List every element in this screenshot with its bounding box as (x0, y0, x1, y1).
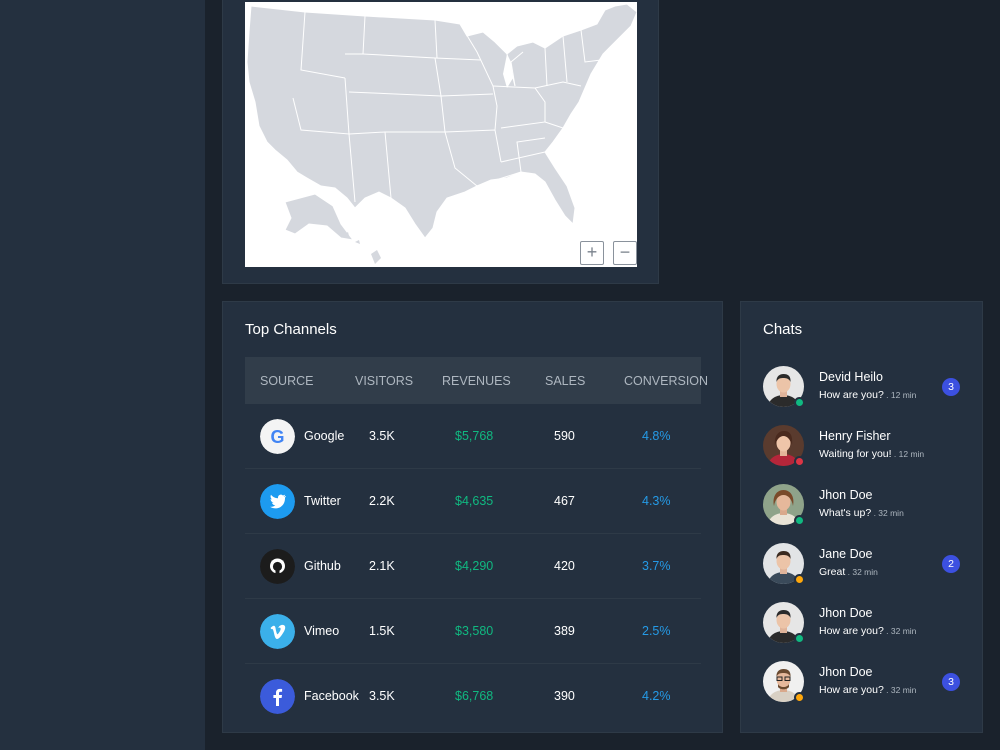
chat-name: Devid Heilo (819, 370, 883, 384)
status-dot (794, 456, 805, 467)
chats-card: Chats Devid Heilo How are you? . 12 min … (740, 301, 983, 733)
chat-name: Jhon Doe (819, 488, 873, 502)
usa-map-svg (246, 3, 637, 264)
zoom-out-button[interactable]: − (613, 241, 637, 265)
chat-item[interactable]: Devid Heilo How are you? . 12 min 3 (763, 366, 963, 412)
source-name: Google (304, 429, 345, 443)
unread-badge: 2 (942, 555, 960, 573)
sales-value: 420 (554, 559, 575, 573)
chats-title: Chats (763, 321, 803, 338)
header-conversion: CONVERSION (624, 374, 709, 388)
sales-value: 389 (554, 624, 575, 638)
chat-time: . 12 min (891, 449, 925, 459)
chat-message: How are you? . 32 min (819, 625, 917, 637)
chat-item[interactable]: Jane Doe Great . 32 min 2 (763, 543, 963, 589)
source-name: Facebook (304, 689, 359, 703)
chat-time: . 32 min (883, 685, 917, 695)
table-row: Github 2.1K $4,290 420 3.7% (245, 534, 701, 599)
source-name: Github (304, 559, 341, 573)
table-row: Twitter 2.2K $4,635 467 4.3% (245, 469, 701, 534)
revenues-value: $4,635 (455, 494, 494, 508)
chat-name: Henry Fisher (819, 429, 891, 443)
chat-message: How are you? . 12 min (819, 389, 917, 401)
status-dot (794, 515, 805, 526)
visitors-value: 2.2K (369, 494, 395, 508)
facebook-icon (260, 679, 295, 714)
source-name: Vimeo (304, 624, 340, 638)
header-sales: SALES (545, 374, 586, 388)
conversion-value: 4.3% (642, 494, 671, 508)
conversion-value: 3.7% (642, 559, 671, 573)
chat-name: Jhon Doe (819, 665, 873, 679)
revenues-value: $4,290 (455, 559, 494, 573)
visitors-value: 1.5K (369, 624, 395, 638)
sidebar (0, 0, 205, 750)
chat-time: . 32 min (883, 626, 917, 636)
revenues-value: $5,768 (455, 429, 494, 443)
twitter-icon (260, 484, 295, 519)
chat-item[interactable]: Henry Fisher Waiting for you! . 12 min (763, 425, 963, 471)
map-card: + − (222, 0, 659, 284)
header-source: SOURCE (260, 374, 314, 388)
chat-item[interactable]: Jhon Doe How are you? . 32 min (763, 602, 963, 648)
conversion-value: 4.2% (642, 689, 671, 703)
conversion-value: 4.8% (642, 429, 671, 443)
github-icon (260, 549, 295, 584)
unread-badge: 3 (942, 378, 960, 396)
visitors-value: 3.5K (369, 429, 395, 443)
table-row: Vimeo 1.5K $3,580 389 2.5% (245, 599, 701, 664)
status-dot (794, 692, 805, 703)
table-header: SOURCE VISITORS REVENUES SALES CONVERSIO… (245, 357, 708, 404)
top-channels-title: Top Channels (245, 321, 337, 338)
conversion-value: 2.5% (642, 624, 671, 638)
chat-message: How are you? . 32 min (819, 684, 917, 696)
chat-name: Jane Doe (819, 547, 873, 561)
visitors-value: 2.1K (369, 559, 395, 573)
chat-item[interactable]: Jhon Doe How are you? . 32 min 3 (763, 661, 963, 707)
chat-time: . 32 min (845, 567, 878, 577)
sales-value: 590 (554, 429, 575, 443)
unread-badge: 3 (942, 673, 960, 691)
usa-map[interactable]: + − (245, 2, 637, 267)
top-channels-card: Top Channels SOURCE VISITORS REVENUES SA… (222, 301, 723, 733)
visitors-value: 3.5K (369, 689, 395, 703)
source-name: Twitter (304, 494, 341, 508)
header-visitors: VISITORS (355, 374, 414, 388)
chat-message: What's up? . 32 min (819, 507, 904, 519)
chat-message: Great . 32 min (819, 566, 878, 578)
zoom-in-button[interactable]: + (580, 241, 604, 265)
header-revenues: REVENUES (442, 374, 511, 388)
revenues-value: $6,768 (455, 689, 494, 703)
vimeo-icon (260, 614, 295, 649)
google-icon: G (260, 419, 295, 454)
chat-name: Jhon Doe (819, 606, 873, 620)
svg-text:G: G (270, 427, 284, 447)
revenues-value: $3,580 (455, 624, 494, 638)
status-dot (794, 633, 805, 644)
sales-value: 390 (554, 689, 575, 703)
chat-item[interactable]: Jhon Doe What's up? . 32 min (763, 484, 963, 530)
status-dot (794, 397, 805, 408)
table-row: G Google 3.5K $5,768 590 4.8% (245, 404, 701, 469)
table-row: Facebook 3.5K $6,768 390 4.2% (245, 664, 701, 729)
status-dot (794, 574, 805, 585)
chat-time: . 12 min (883, 390, 917, 400)
chat-message: Waiting for you! . 12 min (819, 448, 925, 460)
sales-value: 467 (554, 494, 575, 508)
chat-time: . 32 min (871, 508, 904, 518)
